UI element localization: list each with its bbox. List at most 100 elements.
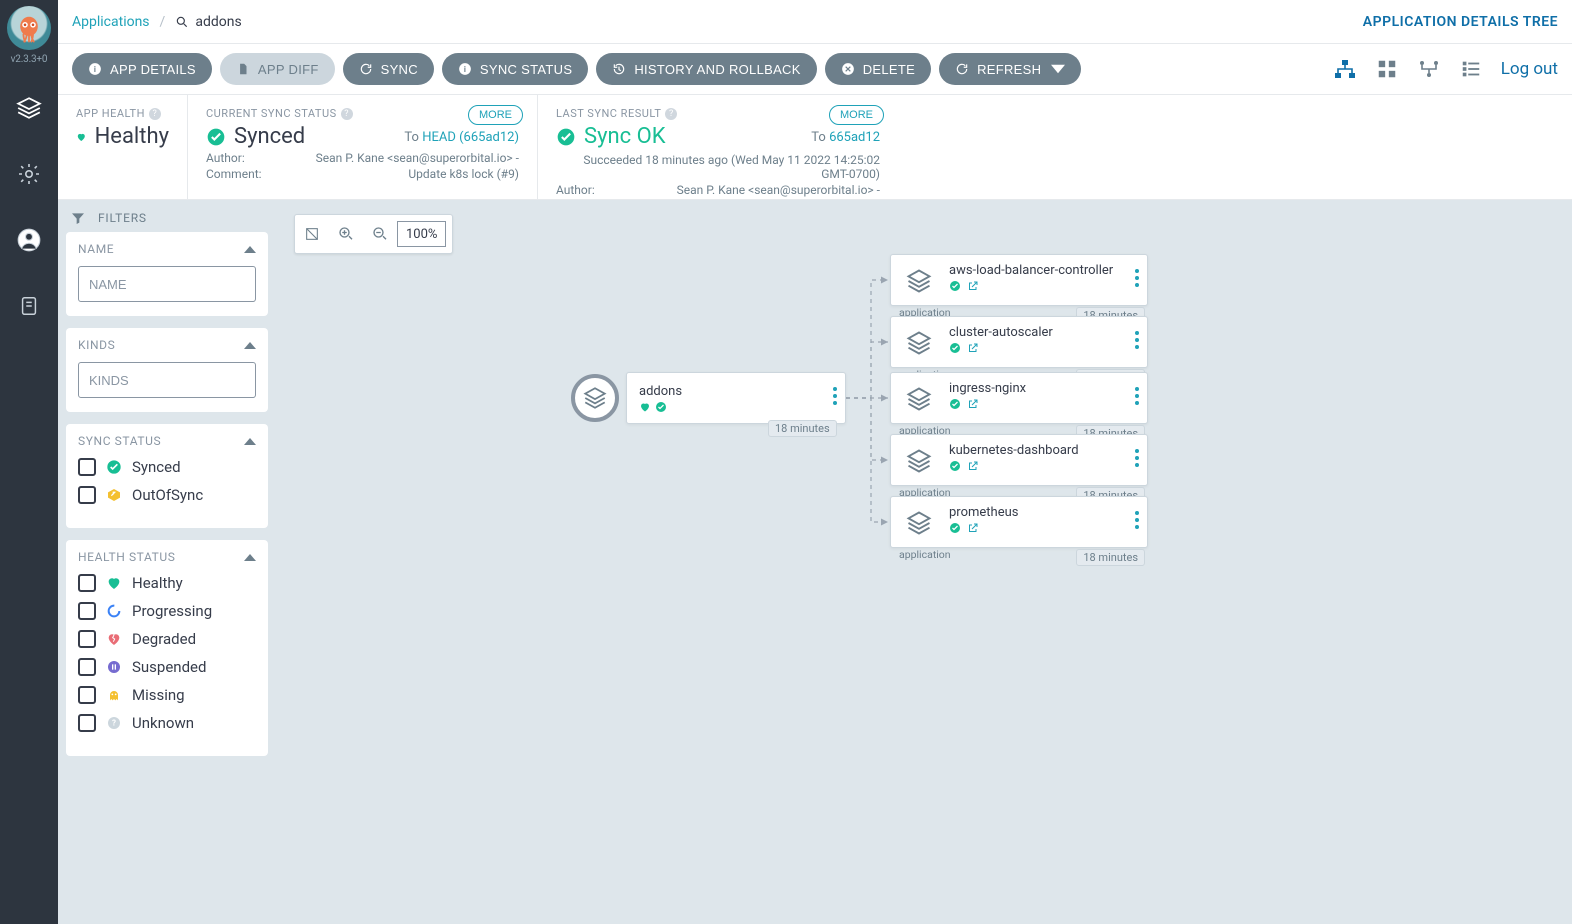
filter-missing-row[interactable]: Missing: [78, 686, 256, 704]
synced-icon: [106, 459, 122, 475]
nav-docs-icon[interactable]: [14, 291, 44, 321]
collapse-icon[interactable]: [244, 246, 256, 253]
sync-head-link[interactable]: HEAD (665ad12): [422, 130, 519, 145]
breadcrumb-applications[interactable]: Applications: [72, 14, 150, 30]
help-icon[interactable]: ?: [665, 108, 677, 120]
child-node[interactable]: kubernetes-dashboard application 18 minu…: [890, 434, 1148, 486]
checkbox[interactable]: [78, 714, 96, 732]
app-health-block: APP HEALTH? Healthy: [58, 95, 188, 199]
external-link-icon[interactable]: [967, 460, 979, 472]
external-link-icon[interactable]: [967, 398, 979, 410]
external-link-icon[interactable]: [967, 522, 979, 534]
sync-to-line: To HEAD (665ad12): [404, 130, 519, 145]
checkbox[interactable]: [78, 686, 96, 704]
check-icon: [655, 401, 667, 413]
filters-sidebar: FILTERS NAME KINDS SYNC STATUS Synced Ou…: [58, 200, 276, 924]
delete-button[interactable]: DELETE: [825, 53, 931, 85]
zoom-in-button[interactable]: [329, 215, 363, 253]
external-link-icon[interactable]: [967, 280, 979, 292]
child-node[interactable]: aws-load-balancer-controller application…: [890, 254, 1148, 306]
child-node-menu[interactable]: [1135, 331, 1139, 349]
checkbox[interactable]: [78, 574, 96, 592]
filter-progressing-row[interactable]: Progressing: [78, 602, 256, 620]
last-sync-label: LAST SYNC RESULT: [556, 107, 661, 120]
filter-outofsync-row[interactable]: OutOfSync: [78, 486, 256, 504]
external-link-icon[interactable]: [967, 342, 979, 354]
root-node[interactable]: addons: [626, 372, 846, 424]
filter-name-input[interactable]: [78, 266, 256, 302]
app-details-button[interactable]: APP DETAILS: [72, 53, 212, 85]
app-diff-button[interactable]: APP DIFF: [220, 53, 335, 85]
logout-link[interactable]: Log out: [1501, 59, 1558, 79]
checkbox[interactable]: [78, 486, 96, 504]
app-health-label: APP HEALTH: [76, 107, 145, 120]
filter-name-panel: NAME: [66, 232, 268, 316]
check-icon: [949, 280, 961, 292]
stack-icon: [901, 263, 937, 299]
checkbox[interactable]: [78, 630, 96, 648]
child-node-menu[interactable]: [1135, 387, 1139, 405]
last-commit-link[interactable]: 665ad12: [829, 130, 880, 145]
breadcrumb-app[interactable]: addons: [175, 14, 241, 30]
refresh-button[interactable]: REFRESH: [939, 53, 1081, 85]
child-node-name: prometheus: [949, 505, 1117, 520]
view-tiles-icon[interactable]: [1375, 57, 1399, 81]
child-node-menu[interactable]: [1135, 511, 1139, 529]
author-value: Sean P. Kane <sean@superorbital.io> -: [677, 183, 880, 197]
file-icon: [236, 62, 250, 76]
comment-label: Comment:: [206, 167, 262, 181]
sync-status-button[interactable]: SYNC STATUS: [442, 53, 588, 85]
stack-icon: [901, 443, 937, 479]
last-more-button[interactable]: MORE: [829, 105, 884, 125]
sync-more-button[interactable]: MORE: [468, 105, 523, 125]
status-row: APP HEALTH? Healthy CURRENT SYNC STATUS?…: [58, 94, 1572, 200]
filter-health-status-title: HEALTH STATUS: [78, 550, 176, 564]
view-network-icon[interactable]: [1417, 57, 1441, 81]
filter-degraded-row[interactable]: Degraded: [78, 630, 256, 648]
view-list-icon[interactable]: [1459, 57, 1483, 81]
check-icon: [206, 127, 226, 147]
filter-health-status-panel: HEALTH STATUS Healthy Progressing Degrad…: [66, 540, 268, 756]
filter-healthy-row[interactable]: Healthy: [78, 574, 256, 592]
filter-kinds-input[interactable]: [78, 362, 256, 398]
checkbox[interactable]: [78, 458, 96, 476]
checkbox[interactable]: [78, 658, 96, 676]
check-icon: [949, 460, 961, 472]
root-node-menu[interactable]: [833, 387, 837, 405]
sync-icon: [359, 62, 373, 76]
child-node[interactable]: ingress-nginx application 18 minutes: [890, 372, 1148, 424]
heart-icon: [106, 575, 122, 591]
degraded-icon: [106, 631, 122, 647]
heart-icon: [639, 401, 651, 413]
filter-synced-row[interactable]: Synced: [78, 458, 256, 476]
zoom-percent: 100%: [397, 221, 446, 247]
nav-settings-icon[interactable]: [14, 159, 44, 189]
zoom-fit-button[interactable]: [295, 215, 329, 253]
zoom-out-button[interactable]: [363, 215, 397, 253]
nav-applications-icon[interactable]: [14, 93, 44, 123]
view-tree-icon[interactable]: [1333, 57, 1357, 81]
child-node-name: ingress-nginx: [949, 381, 1117, 396]
outofsync-icon: [106, 487, 122, 503]
filter-unknown-row[interactable]: Unknown: [78, 714, 256, 732]
collapse-icon[interactable]: [244, 342, 256, 349]
filter-suspended-row[interactable]: Suspended: [78, 658, 256, 676]
checkbox[interactable]: [78, 602, 96, 620]
sync-status-label: CURRENT SYNC STATUS: [206, 107, 337, 120]
collapse-icon[interactable]: [244, 554, 256, 561]
filter-kinds-title: KINDS: [78, 338, 115, 352]
collapse-icon[interactable]: [244, 438, 256, 445]
history-rollback-button[interactable]: HISTORY AND ROLLBACK: [596, 53, 816, 85]
child-node[interactable]: cluster-autoscaler application 18 minute…: [890, 316, 1148, 368]
help-icon[interactable]: ?: [149, 108, 161, 120]
sync-button[interactable]: SYNC: [343, 53, 434, 85]
nav-user-icon[interactable]: [14, 225, 44, 255]
child-node-menu[interactable]: [1135, 449, 1139, 467]
tree-canvas[interactable]: 100% addons 18 minutes aws-load-b: [276, 200, 1572, 924]
child-node[interactable]: prometheus application 18 minutes: [890, 496, 1148, 548]
check-icon: [949, 398, 961, 410]
stack-icon: [901, 325, 937, 361]
last-succeeded: Succeeded 18 minutes ago (Wed May 11 202…: [556, 153, 880, 181]
help-icon[interactable]: ?: [341, 108, 353, 120]
child-node-menu[interactable]: [1135, 269, 1139, 287]
